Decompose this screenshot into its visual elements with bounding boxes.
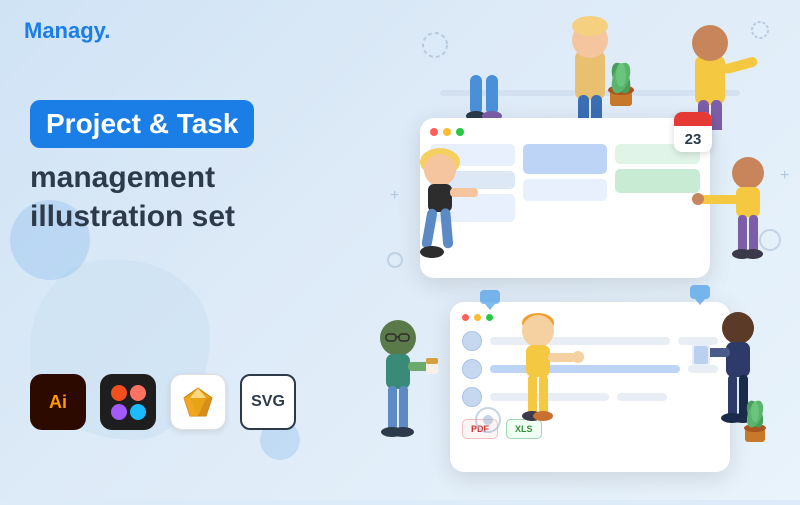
dash-line-short <box>617 393 667 401</box>
xls-file-icon: XLS <box>506 419 542 439</box>
dash-dot-red <box>462 314 469 321</box>
dash-avatar <box>462 359 482 379</box>
dash-line-short <box>688 365 718 373</box>
dash-dot-green <box>486 314 493 321</box>
calendar-top <box>674 112 712 126</box>
kanban-board <box>420 118 710 278</box>
logo: Managy. <box>24 18 110 44</box>
figma-icon <box>100 374 156 430</box>
kanban-col-3 <box>615 144 700 264</box>
kanban-dot-yellow <box>443 128 451 136</box>
dashboard-header <box>462 314 718 321</box>
sketch-icon <box>170 374 226 430</box>
top-illustration <box>380 0 800 130</box>
kanban-col-1 <box>430 144 515 264</box>
dash-line <box>490 337 670 345</box>
pdf-file-icon: PDF <box>462 419 498 439</box>
kanban-header <box>430 128 700 136</box>
top-people-svg <box>380 0 800 130</box>
kanban-card <box>430 144 515 166</box>
kanban-columns <box>430 144 700 264</box>
sketch-svg <box>180 384 216 420</box>
hero-badge: Project & Task <box>30 100 254 148</box>
ai-label: Ai <box>49 392 67 412</box>
dash-file-row: PDF XLS <box>462 419 718 439</box>
dash-line <box>490 393 609 401</box>
calendar-number: 23 <box>674 126 712 152</box>
dash-line-short <box>678 337 718 345</box>
format-icons-row: Ai SVG <box>30 374 296 430</box>
ai-icon: Ai <box>30 374 86 430</box>
dash-row-3 <box>462 387 718 407</box>
kanban-card <box>523 179 608 201</box>
dashboard-board: PDF XLS <box>450 302 730 472</box>
dashboard-rows: PDF XLS <box>462 331 718 439</box>
calendar-badge: 23 <box>674 112 712 152</box>
dash-avatar <box>462 331 482 351</box>
kanban-card <box>430 171 515 189</box>
svg-label: SVG <box>251 393 285 411</box>
hero-subtitle-line2: illustration set <box>30 200 235 233</box>
kanban-card <box>430 194 515 222</box>
figma-dot-4 <box>130 404 146 420</box>
logo-text: Managy. <box>24 18 110 43</box>
kanban-col-2 <box>523 144 608 264</box>
dash-row-2 <box>462 359 718 379</box>
dash-line-blue <box>490 365 680 373</box>
hero-subtitle: management illustration set <box>30 158 370 236</box>
kanban-dot-red <box>430 128 438 136</box>
figma-dot-2 <box>130 385 146 401</box>
svg-format-icon: SVG <box>240 374 296 430</box>
figma-dot-1 <box>111 385 127 401</box>
kanban-card <box>523 144 608 174</box>
dash-dot-yellow <box>474 314 481 321</box>
figma-dot-3 <box>111 404 127 420</box>
kanban-dot-green <box>456 128 464 136</box>
hero-subtitle-line1: management <box>30 161 215 194</box>
kanban-card <box>615 169 700 193</box>
dash-row-1 <box>462 331 718 351</box>
dash-avatar <box>462 387 482 407</box>
hero-content: Project & Task management illustration s… <box>30 100 370 236</box>
